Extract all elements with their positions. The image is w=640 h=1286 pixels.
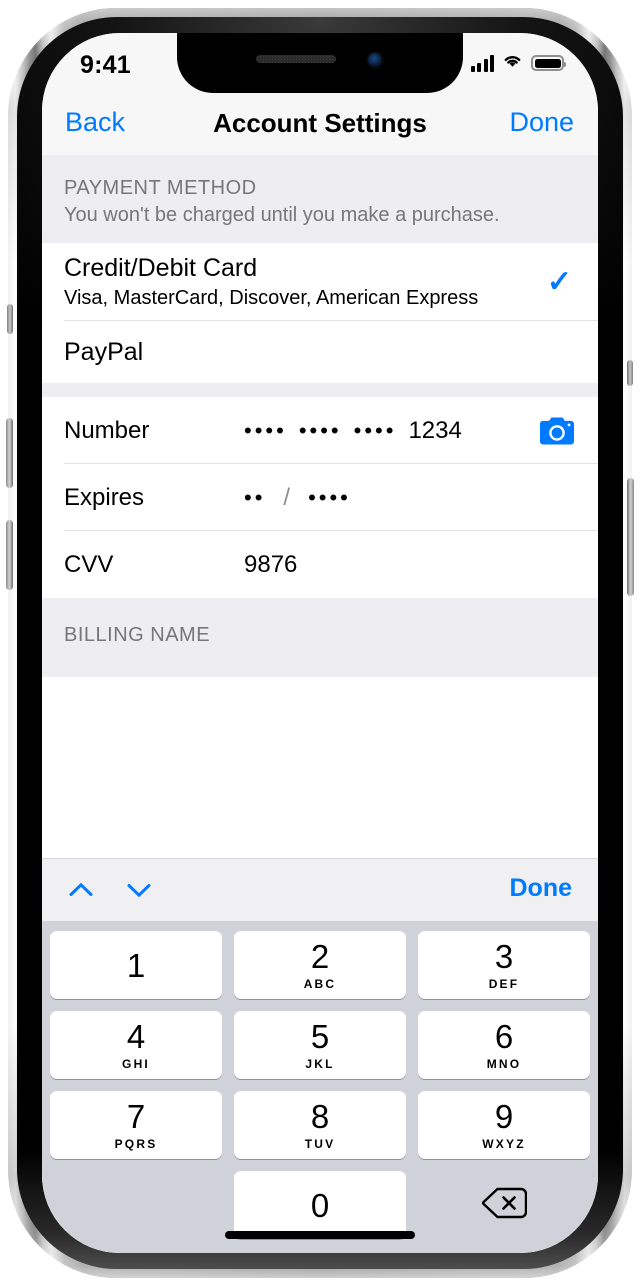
- card-number-value[interactable]: •••• •••• •••• 1234: [244, 417, 462, 445]
- home-indicator[interactable]: [225, 1231, 415, 1239]
- payment-option-title: PayPal: [64, 337, 144, 366]
- key-letters: TUV: [304, 1137, 336, 1151]
- expiry-month-masked: ••: [244, 484, 266, 510]
- battery-icon: [531, 55, 566, 71]
- key-number: 8: [310, 1098, 330, 1135]
- key-4[interactable]: 4 GHI: [50, 1011, 222, 1079]
- payment-option-subtitle: Visa, MasterCard, Discover, American Exp…: [64, 287, 479, 309]
- keypad-row: 4 GHI 5 JKL 6 MNO: [50, 1011, 590, 1079]
- backspace-icon: [481, 1186, 528, 1225]
- key-number: 7: [126, 1098, 146, 1135]
- payment-option-title: Credit/Debit Card: [64, 254, 258, 282]
- key-5[interactable]: 5 JKL: [234, 1011, 406, 1079]
- key-number: 1: [126, 946, 146, 984]
- expiry-separator: /: [283, 483, 291, 511]
- card-expires-label: Expires: [64, 483, 145, 511]
- power-button[interactable]: [627, 478, 634, 596]
- key-7[interactable]: 7 PQRS: [50, 1091, 222, 1159]
- navigation-bar: Back Account Settings Done: [42, 93, 598, 155]
- key-number: 6: [494, 1018, 514, 1055]
- payment-method-header-title: PAYMENT METHOD: [64, 177, 257, 199]
- key-number: 0: [310, 1186, 330, 1224]
- nav-done-button[interactable]: Done: [509, 107, 574, 138]
- status-bar-time: 9:41: [80, 51, 131, 79]
- billing-name-header-title: BILLING NAME: [64, 624, 211, 646]
- keypad-row: 1 2 ABC 3 DEF: [50, 931, 590, 999]
- card-expires-row[interactable]: Expires •• / ••••: [42, 464, 598, 531]
- keypad-keys: 1 2 ABC 3 DEF 4 GHI 5 JKL 6 MNO 7 PQRS 8…: [42, 921, 598, 1253]
- card-number-group-3: ••••: [353, 417, 397, 443]
- front-camera: [368, 53, 382, 67]
- key-3[interactable]: 3 DEF: [418, 931, 590, 999]
- payment-option-paypal[interactable]: PayPal: [42, 321, 598, 383]
- key-letters: GHI: [122, 1057, 150, 1071]
- device-notch: [177, 33, 463, 93]
- card-cvv-value[interactable]: 9876: [244, 551, 297, 579]
- keyboard-done-button[interactable]: Done: [510, 874, 573, 903]
- expiry-year-masked: ••••: [308, 484, 351, 510]
- billing-name-section-header: BILLING NAME: [42, 598, 598, 677]
- key-9[interactable]: 9 WXYZ: [418, 1091, 590, 1159]
- keyboard-accessory-toolbar: Done: [42, 858, 598, 921]
- card-number-group-2: ••••: [298, 417, 342, 443]
- key-2[interactable]: 2 ABC: [234, 931, 406, 999]
- key-0[interactable]: 0: [234, 1171, 406, 1239]
- keypad-row: 0: [50, 1171, 590, 1239]
- checkmark-icon: ✓: [546, 265, 572, 299]
- key-letters: ABC: [303, 977, 337, 991]
- keypad-row: 7 PQRS 8 TUV 9 WXYZ: [50, 1091, 590, 1159]
- card-number-label: Number: [64, 416, 150, 444]
- key-number: 3: [494, 938, 514, 975]
- chevron-up-icon[interactable]: [68, 877, 94, 903]
- key-number: 5: [310, 1018, 330, 1055]
- key-letters: PQRS: [114, 1137, 158, 1151]
- key-6[interactable]: 6 MNO: [418, 1011, 590, 1079]
- payment-option-credit-debit-card[interactable]: Credit/Debit Card Visa, MasterCard, Disc…: [42, 243, 598, 321]
- numeric-keypad: Done 1 2 ABC 3 DEF 4 GHI 5 JKL 6 MNO 7 P…: [42, 858, 598, 1253]
- card-cvv-row[interactable]: CVV 9876: [42, 531, 598, 598]
- key-8[interactable]: 8 TUV: [234, 1091, 406, 1159]
- key-letters: JKL: [305, 1057, 335, 1071]
- payment-method-section-header: PAYMENT METHOD You won't be charged unti…: [42, 155, 598, 243]
- key-letters: MNO: [486, 1057, 522, 1071]
- key-number: 2: [310, 938, 330, 975]
- volume-up-button[interactable]: [6, 418, 13, 488]
- key-1[interactable]: 1: [50, 931, 222, 999]
- keypad-empty-slot: [50, 1171, 222, 1239]
- silent-switch-button[interactable]: [7, 304, 13, 334]
- card-expires-value[interactable]: •• / ••••: [244, 484, 351, 512]
- earpiece-speaker: [256, 55, 336, 63]
- card-number-group-1: ••••: [244, 417, 287, 443]
- card-cvv-label: CVV: [64, 550, 114, 578]
- key-number: 9: [494, 1098, 514, 1135]
- camera-icon[interactable]: [540, 417, 574, 444]
- section-spacer: [42, 383, 598, 397]
- volume-down-button[interactable]: [6, 520, 13, 590]
- wifi-icon: [501, 52, 524, 74]
- key-letters: WXYZ: [482, 1137, 526, 1151]
- device-screen: 9:41 Back Account Settings Done PAYMENT …: [42, 33, 598, 1253]
- card-number-row[interactable]: Number •••• •••• •••• 1234: [42, 397, 598, 464]
- right-upper-vent: [627, 360, 633, 386]
- iphone-device-frame: 9:41 Back Account Settings Done PAYMENT …: [6, 8, 634, 1278]
- card-number-last-four: 1234: [408, 416, 462, 444]
- key-backspace[interactable]: [418, 1171, 590, 1239]
- key-letters: DEF: [488, 977, 520, 991]
- cellular-signal-icon: [470, 54, 494, 72]
- status-bar-icons: [470, 52, 566, 74]
- chevron-down-icon[interactable]: [126, 877, 152, 903]
- key-number: 4: [126, 1018, 146, 1055]
- payment-method-header-subtitle: You won't be charged until you make a pu…: [64, 204, 500, 226]
